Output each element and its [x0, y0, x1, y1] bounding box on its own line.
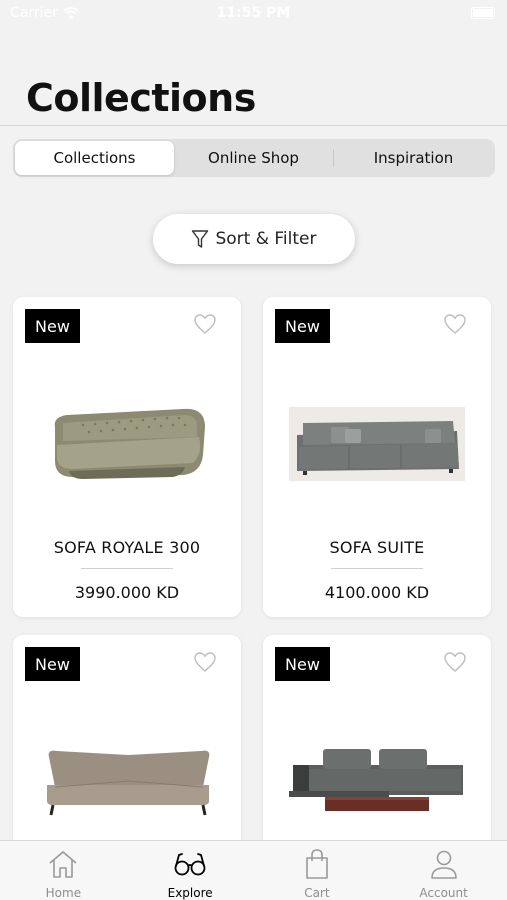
product-name: SOFA SUITE: [329, 538, 425, 557]
segment-label: Collections: [53, 149, 136, 167]
segment-online-shop[interactable]: Online Shop: [174, 141, 333, 175]
page-title: Collections: [26, 76, 256, 120]
sofa-image: [289, 749, 463, 811]
sofa-image: [54, 408, 205, 479]
tab-account[interactable]: Account: [380, 841, 507, 900]
new-badge: New: [25, 309, 80, 343]
segmented-control: Collections Online Shop Inspiration: [13, 139, 495, 177]
user-icon: [430, 850, 457, 879]
product-price: 4100.000 KD: [324, 583, 430, 602]
tab-label: Cart: [304, 886, 330, 900]
sofa-image: [47, 750, 210, 816]
funnel-icon: [192, 230, 209, 248]
segment-label: Inspiration: [373, 149, 454, 167]
heart-icon[interactable]: [193, 313, 217, 335]
new-badge: New: [275, 309, 330, 343]
tab-label: Home: [45, 886, 82, 900]
battery-icon: [471, 7, 495, 19]
sort-filter-button[interactable]: Sort & Filter: [153, 214, 355, 264]
home-icon: [49, 851, 77, 878]
heart-icon[interactable]: [443, 313, 467, 335]
status-bar: Carrier 11:55 PM: [0, 0, 507, 28]
sofa-image: [289, 407, 465, 481]
heart-icon[interactable]: [443, 651, 467, 673]
new-badge: New: [275, 647, 330, 681]
product-card[interactable]: New: [13, 635, 241, 855]
tab-label: Explore: [167, 886, 213, 900]
status-time: 11:55 PM: [216, 5, 291, 21]
segment-collections[interactable]: Collections: [15, 141, 174, 175]
segment-label: Online Shop: [208, 149, 299, 167]
product-card[interactable]: New SOFA SUITE 4100.000 KD: [263, 297, 491, 617]
new-badge: New: [25, 647, 80, 681]
tab-cart[interactable]: Cart: [254, 841, 381, 900]
tab-label: Account: [419, 886, 468, 900]
title-divider: [0, 125, 507, 126]
product-name: SOFA ROYALE 300: [53, 538, 201, 557]
heart-icon[interactable]: [193, 651, 217, 673]
product-divider: [81, 568, 173, 569]
glasses-icon: [174, 853, 206, 876]
tab-explore[interactable]: Explore: [127, 841, 254, 900]
product-price: 3990.000 KD: [74, 583, 180, 602]
product-divider: [331, 568, 423, 569]
shopping-bag-icon: [306, 849, 328, 879]
product-card[interactable]: New: [263, 635, 491, 855]
product-card[interactable]: New SOFA ROYALE 300 3990.000 KD: [13, 297, 241, 617]
sort-filter-label: Sort & Filter: [215, 229, 317, 249]
tab-bar: Home Explore Cart Account: [0, 840, 507, 900]
segment-inspiration[interactable]: Inspiration: [334, 141, 493, 175]
tab-home[interactable]: Home: [0, 841, 127, 900]
